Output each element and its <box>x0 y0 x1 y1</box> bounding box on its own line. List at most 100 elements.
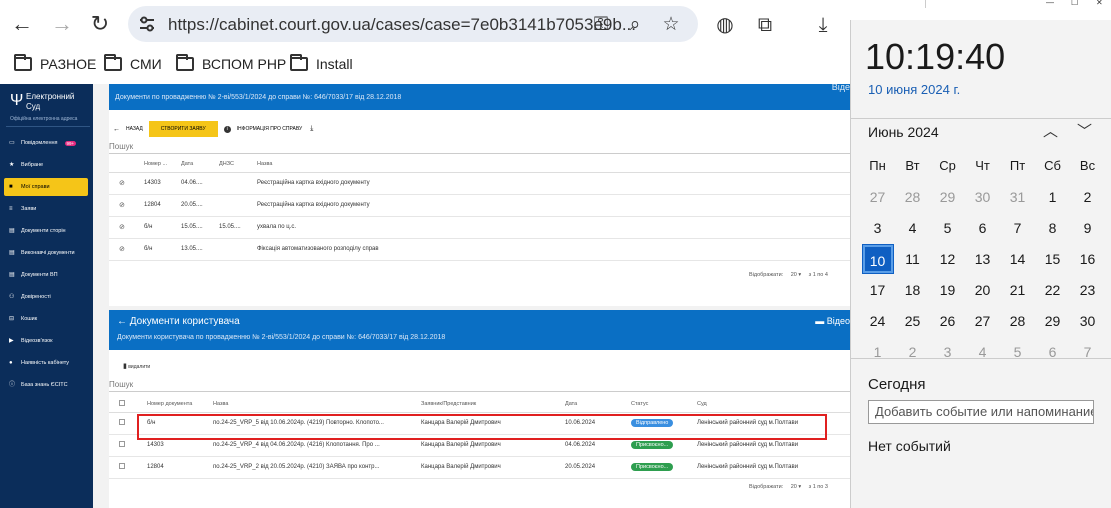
column-header[interactable]: Суд <box>697 396 850 413</box>
calendar-day[interactable]: 1 <box>1035 189 1070 205</box>
column-header[interactable]: Назва <box>213 396 421 413</box>
calendar-day[interactable]: 30 <box>1070 313 1105 329</box>
sidebar-item-vp-documents[interactable]: ▤ Документи ВП <box>4 266 88 284</box>
sidebar-item-cabinet[interactable]: ● Наявність кабінету <box>4 354 88 372</box>
column-header[interactable]: Номер ... <box>144 156 181 173</box>
back-arrow-icon[interactable]: ← <box>117 316 130 327</box>
calendar-day[interactable]: 2 <box>1070 189 1105 205</box>
chevron-down-icon[interactable]: ▾ <box>797 272 803 278</box>
bookmark-star-icon[interactable]: ☆ <box>660 14 682 36</box>
cell-name[interactable]: по.24-25_VRP_2 від 20.05.2024р. (4210) З… <box>213 456 421 479</box>
sidebar-item-favorites[interactable]: ★ Вибране <box>4 156 88 174</box>
calendar-day[interactable]: 29 <box>1035 313 1070 329</box>
calendar-day[interactable]: 14 <box>1000 251 1035 267</box>
calendar-day[interactable]: 16 <box>1070 251 1105 267</box>
back-icon[interactable]: ← <box>8 10 36 38</box>
calendar-day[interactable]: 15 <box>1035 251 1070 267</box>
table-row[interactable]: ⊘ б/н 13.05.... Фіксація автоматизованог… <box>109 238 850 261</box>
close-icon[interactable]: ✕ <box>1096 0 1103 7</box>
calendar-day[interactable]: 5 <box>930 220 965 236</box>
download-icon[interactable]: ⤓ <box>808 10 838 40</box>
calendar-day[interactable]: 31 <box>1000 189 1035 205</box>
calendar-day[interactable]: 27 <box>965 313 1000 329</box>
sidebar-item-video[interactable]: ▶ Відеозв'язок <box>4 332 88 350</box>
attachment-icon[interactable]: ⊘ <box>119 202 125 209</box>
calendar-day[interactable]: 21 <box>1000 282 1035 298</box>
back-arrow-icon[interactable]: ← <box>113 126 120 133</box>
download-icon[interactable]: ⤓ <box>310 125 313 133</box>
calendar-day[interactable]: 13 <box>965 251 1000 267</box>
calendar-day[interactable]: 9 <box>1070 220 1105 236</box>
video-link[interactable]: ▬ Відео <box>815 316 850 326</box>
sidebar-item-notifications[interactable]: ▭ Повідомлення 99+ <box>4 134 88 152</box>
calendar-day[interactable]: 7 <box>1000 220 1035 236</box>
sidebar-item-powers-of-attorney[interactable]: ⚇ Довіреності <box>4 288 88 306</box>
calendar-day[interactable]: 29 <box>930 189 965 205</box>
select-all-checkbox[interactable] <box>119 399 125 406</box>
table-row[interactable]: ⊘ б/н 15.05.... 15.05.... ухвала по ц.с. <box>109 216 850 239</box>
sidebar-item-party-documents[interactable]: ▤ Документи сторін <box>4 222 88 240</box>
sidebar-item-applications[interactable]: ≡ Заяви <box>4 200 88 218</box>
calendar-day[interactable]: 30 <box>965 189 1000 205</box>
bookmark-folder[interactable]: ВСПОМ PHP <box>176 54 286 72</box>
calendar-day[interactable]: 18 <box>895 282 930 298</box>
table-row[interactable]: ⊘ 14303 04.06.... Реєстраційна картка вх… <box>109 172 850 195</box>
column-header[interactable]: Статус <box>631 396 697 413</box>
chevron-up-icon[interactable]: ︿ <box>1043 120 1058 141</box>
sidebar-item-my-cases[interactable]: ■ Мої справи <box>4 178 88 196</box>
bookmark-folder[interactable]: СМИ <box>104 54 162 72</box>
bookmark-folder[interactable]: Install <box>290 54 353 72</box>
table-row[interactable]: ⊘ 12804 20.05.... Реєстраційна картка вх… <box>109 194 850 217</box>
minimize-icon[interactable]: — <box>1046 0 1054 7</box>
clock-date[interactable]: 10 июня 2024 г. <box>868 82 960 97</box>
delete-button[interactable]: ▮ видалити <box>123 362 150 370</box>
calendar-day[interactable]: 8 <box>1035 220 1070 236</box>
password-key-icon[interactable]: ⚿ <box>590 14 612 36</box>
row-checkbox[interactable] <box>119 419 125 425</box>
calendar-day[interactable]: 24 <box>860 313 895 329</box>
search-input[interactable]: Пошук <box>109 380 133 389</box>
calendar-day[interactable]: 27 <box>860 189 895 205</box>
chevron-down-icon[interactable]: ▾ <box>797 484 803 490</box>
address-bar[interactable]: https://cabinet.court.gov.ua/cases/case=… <box>128 6 698 42</box>
row-checkbox[interactable] <box>119 441 125 447</box>
search-input[interactable]: Пошук <box>109 142 133 151</box>
calendar-day[interactable]: 3 <box>860 220 895 236</box>
calendar-day[interactable]: 26 <box>930 313 965 329</box>
calendar-day[interactable]: 12 <box>930 251 965 267</box>
column-header[interactable]: Дата <box>181 156 219 173</box>
reload-icon[interactable]: ↻ <box>86 10 114 38</box>
calendar-day[interactable]: 6 <box>965 220 1000 236</box>
zoom-icon[interactable]: ⌕ <box>624 14 646 36</box>
video-link[interactable]: Віде <box>832 84 850 92</box>
create-application-button[interactable]: СТВОРИТИ ЗАЯВУ <box>148 121 218 137</box>
calendar-day[interactable]: 4 <box>895 220 930 236</box>
column-header[interactable]: Номер документа <box>147 396 213 413</box>
calendar-month[interactable]: Июнь 2024 <box>868 124 939 140</box>
maximize-icon[interactable]: ☐ <box>1071 0 1078 7</box>
chevron-down-icon[interactable]: ﹀ <box>1077 120 1092 141</box>
calendar-day[interactable]: 23 <box>1070 282 1105 298</box>
url-text[interactable]: https://cabinet.court.gov.ua/cases/case=… <box>168 15 636 35</box>
calendar-day[interactable]: 22 <box>1035 282 1070 298</box>
attachment-icon[interactable]: ⊘ <box>119 180 125 187</box>
site-settings-icon[interactable] <box>138 15 156 33</box>
attachment-icon[interactable]: ⊘ <box>119 224 125 231</box>
calendar-day[interactable]: 25 <box>895 313 930 329</box>
calendar-day[interactable]: 17 <box>860 282 895 298</box>
calendar-day-today[interactable]: 10 <box>860 243 895 274</box>
calendar-day[interactable]: 11 <box>895 251 930 267</box>
extensions-icon[interactable]: ⧉ <box>750 10 780 40</box>
case-info-link[interactable]: ІНФОРМАЦІЯ ПРО СПРАВУ <box>237 126 303 132</box>
column-header[interactable]: Дата <box>565 396 631 413</box>
table-row[interactable]: 12804 по.24-25_VRP_2 від 20.05.2024р. (4… <box>109 456 850 479</box>
column-header[interactable]: Заявник/Представник <box>421 396 565 413</box>
sidebar-item-executive-documents[interactable]: ▤ Виконавчі документи <box>4 244 88 262</box>
forward-icon[interactable]: → <box>48 10 76 38</box>
calendar-day[interactable]: 28 <box>895 189 930 205</box>
translate-icon[interactable]: ◍ <box>710 10 740 40</box>
sidebar-item-knowledge-base[interactable]: ⓘ База знань ЄСІТС <box>4 376 88 394</box>
calendar-day[interactable]: 19 <box>930 282 965 298</box>
calendar-day[interactable]: 20 <box>965 282 1000 298</box>
row-checkbox[interactable] <box>119 463 125 469</box>
